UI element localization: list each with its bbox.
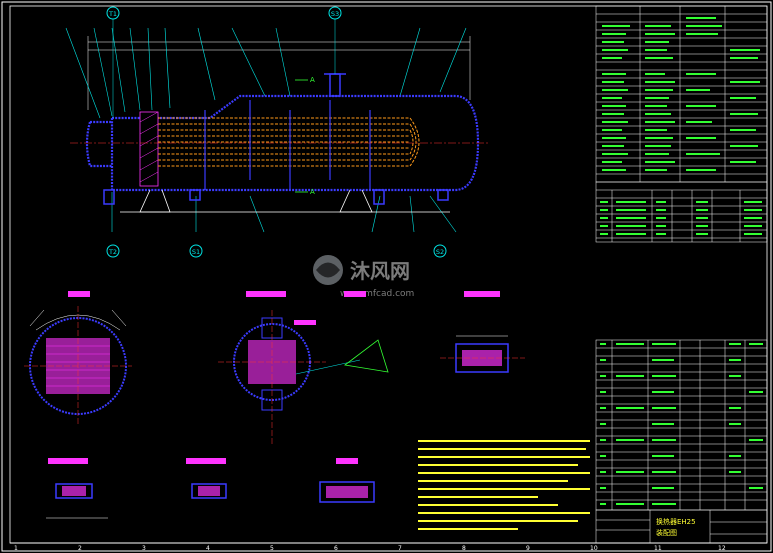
- design-data-table: [595, 5, 768, 183]
- bottom-detail-3: [319, 458, 375, 503]
- drawing-title: 换热器EH25: [656, 517, 696, 526]
- grid-num: 4: [206, 545, 210, 552]
- drawing-sheet: 1 2 3 4 5 6 7 8 9 10 11 12 A A T1 S3 T2 …: [0, 0, 773, 553]
- grid-num: 5: [270, 545, 274, 552]
- svg-text:S3: S3: [331, 10, 339, 18]
- callout-s3: S3: [328, 6, 342, 74]
- title-block: [595, 509, 768, 544]
- callout-s2: S2: [433, 244, 447, 258]
- grid-num: 10: [590, 545, 598, 552]
- callout-s1: S1: [189, 244, 203, 258]
- svg-text:T2: T2: [108, 248, 117, 256]
- section-view-middle: [218, 291, 389, 444]
- grid-num: 12: [718, 545, 726, 552]
- svg-text:T1: T1: [108, 10, 117, 18]
- drawing-canvas: 1 2 3 4 5 6 7 8 9 10 11 12 A A T1 S3 T2 …: [1, 1, 772, 552]
- main-elevation-view: A A T1 S3 T2 S1 S2: [65, 6, 490, 258]
- bottom-detail-1: [46, 458, 108, 519]
- grid-num: 8: [462, 545, 466, 552]
- section-view-left: [24, 291, 132, 424]
- mfcad-logo-icon: [313, 255, 343, 285]
- parts-list-cells: [600, 343, 763, 505]
- drawing-subtitle: 装配图: [656, 528, 677, 537]
- bottom-detail-2: [186, 458, 227, 499]
- grid-num: 1: [14, 545, 18, 552]
- grid-num: 2: [78, 545, 82, 552]
- watermark-brand: 沐风网: [350, 259, 410, 283]
- grid-num: 7: [398, 545, 402, 552]
- detail-view-right: [344, 291, 525, 373]
- grid-num: 9: [526, 545, 530, 552]
- section-mark-a-top: A: [310, 76, 315, 84]
- svg-text:S1: S1: [192, 248, 200, 256]
- tube-bundle: [158, 117, 420, 167]
- callout-t2: T2: [106, 244, 120, 258]
- grid-num: 6: [334, 545, 338, 552]
- section-mark-a-bottom: A: [310, 188, 315, 196]
- grid-num: 3: [142, 545, 146, 552]
- technical-notes: [418, 440, 590, 530]
- svg-text:S2: S2: [436, 248, 444, 256]
- grid-num: 11: [654, 545, 662, 552]
- parts-list: [595, 339, 768, 511]
